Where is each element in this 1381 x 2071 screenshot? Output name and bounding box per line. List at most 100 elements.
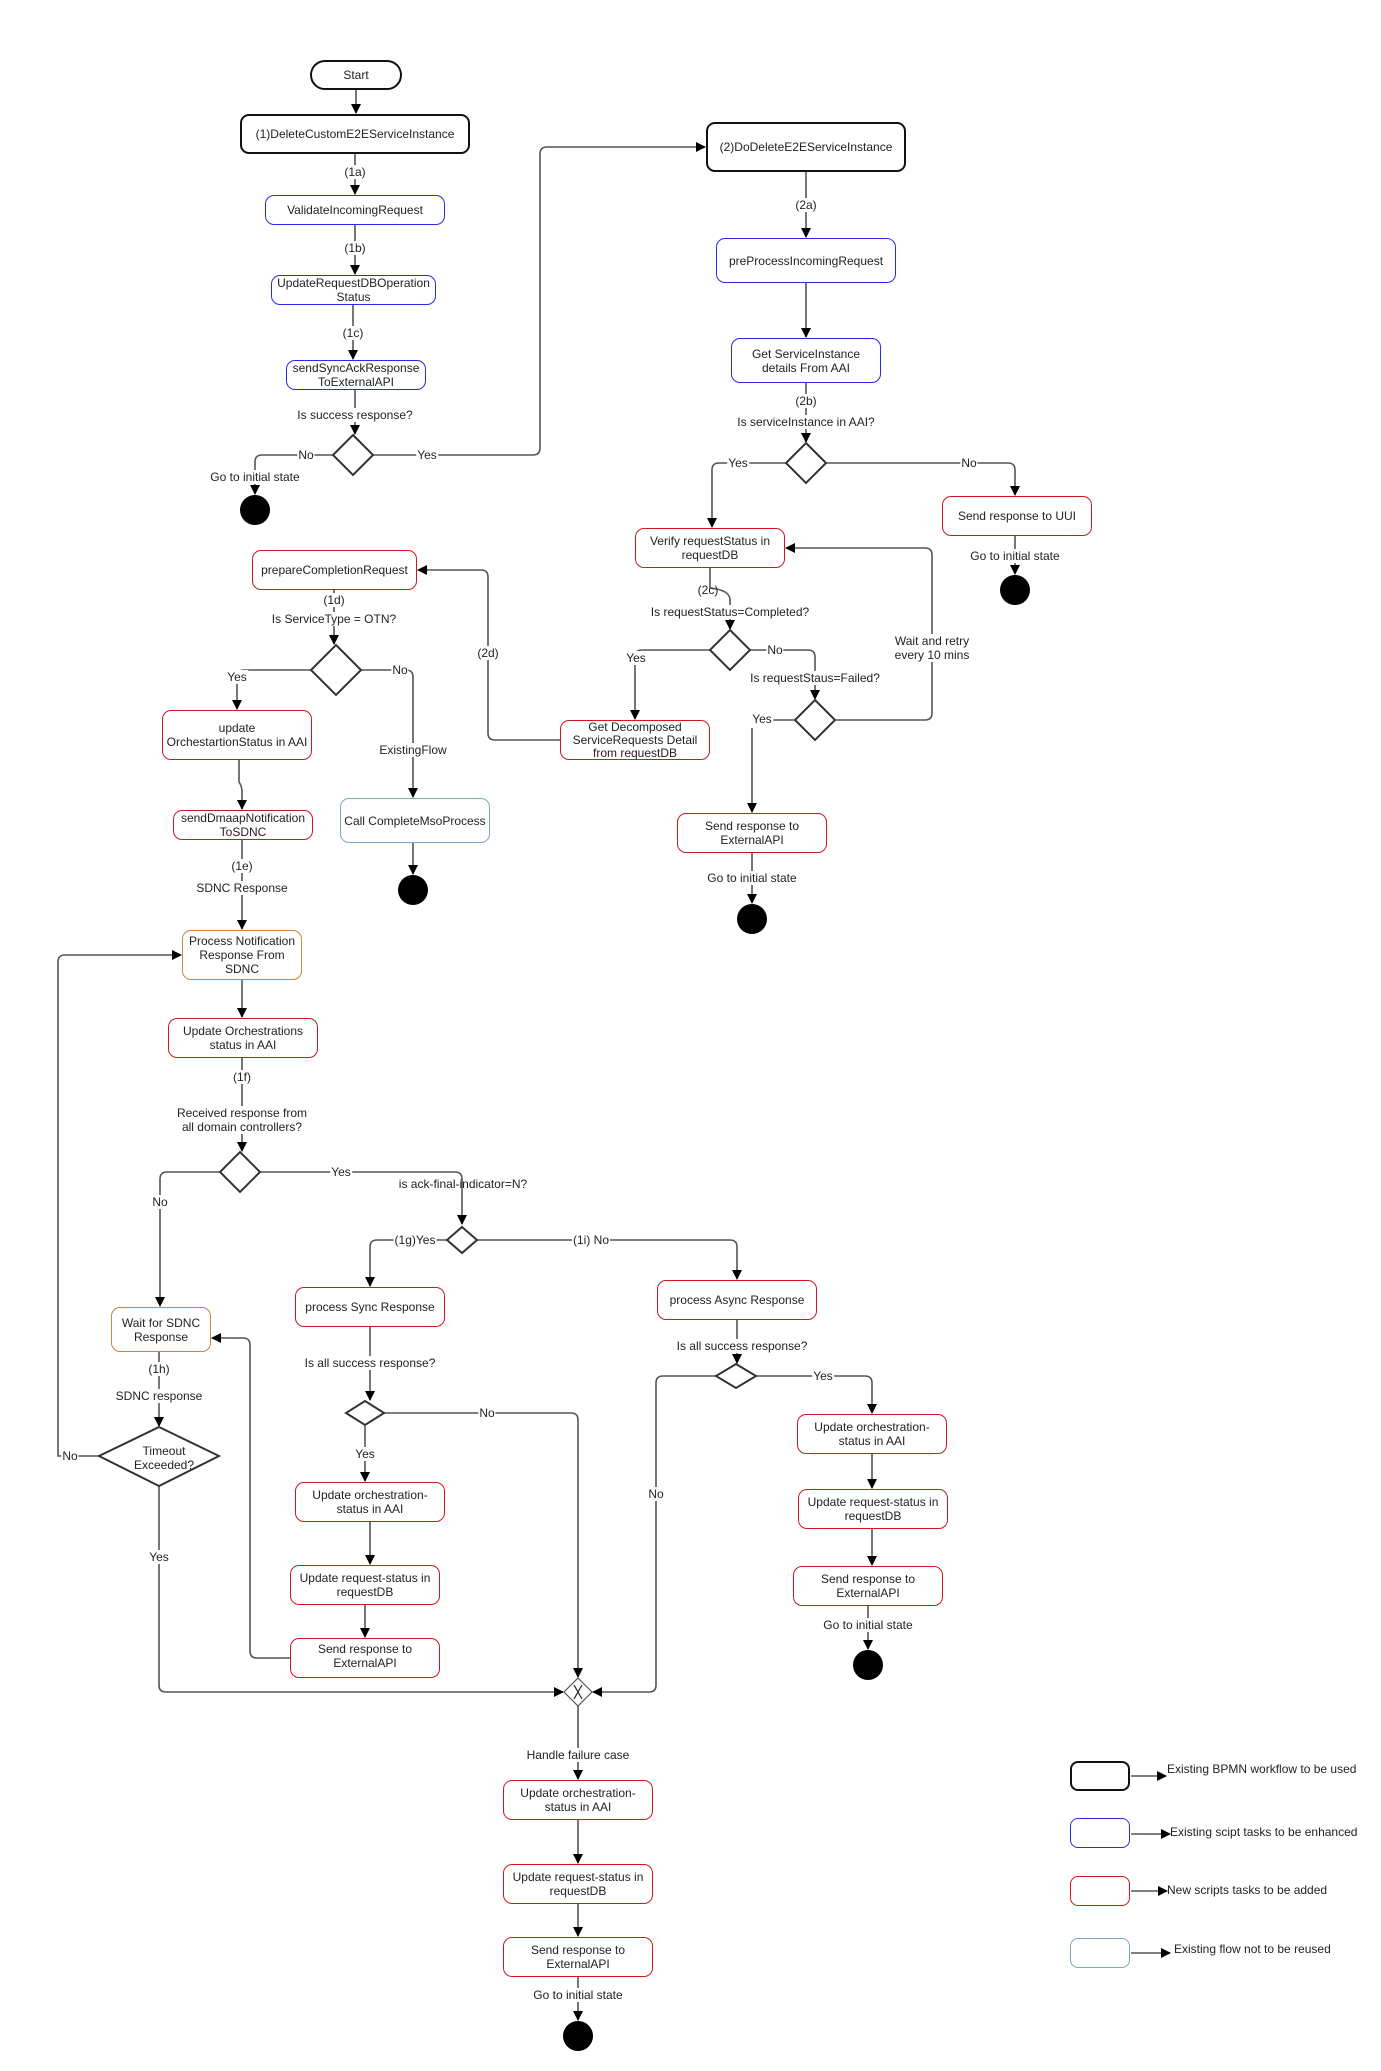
end-event [853, 1650, 883, 1680]
decision-async-success [714, 1362, 758, 1390]
async-update-orchestration-status[interactable]: Update orchestration-status in AAI [797, 1414, 947, 1454]
process-notification-response[interactable]: Process Notification Response From SDNC [182, 930, 302, 980]
legend-label: Existing scipt tasks to be enhanced [1170, 1825, 1358, 1839]
existing-flow-label: ExistingFlow [378, 743, 448, 757]
box-label: (2)DoDeleteE2EServiceInstance [719, 140, 893, 154]
box-label: prepareCompletionRequest [261, 563, 408, 577]
branch-no-label: No [960, 456, 978, 470]
edge-update-dmaap [237, 760, 247, 810]
decision-ack-final [445, 1225, 479, 1255]
get-service-instance-from-aai[interactable]: Get ServiceInstance details From AAI [731, 338, 881, 383]
edge-all-no [155, 1171, 220, 1307]
box-label: Call CompleteMsoProcess [344, 813, 486, 828]
question-success-response: Is success response? [296, 408, 414, 422]
box-label: Send response to ExternalAPI [317, 1642, 413, 1670]
decision-sync-success [344, 1399, 386, 1427]
step-2a-label: (2a) [794, 198, 818, 212]
branch-yes-label: Yes [330, 1165, 352, 1179]
call-complete-mso-process[interactable]: Call CompleteMsoProcess [340, 798, 490, 843]
branch-1g-yes-label: (1g)Yes [393, 1233, 437, 1247]
branch-no-label: No [766, 643, 784, 657]
legend-swatch-existing-script [1070, 1818, 1130, 1848]
branch-no-label: No [151, 1195, 169, 1209]
go-initial-state-label: Go to initial state [706, 871, 798, 885]
branch-yes-label: Yes [812, 1369, 834, 1383]
pre-process-incoming-request[interactable]: preProcessIncomingRequest [716, 238, 896, 283]
failure-send-response[interactable]: Send response to ExternalAPI [503, 1937, 653, 1977]
legend-swatch-bpmn [1070, 1761, 1130, 1791]
step-1a-label: (1a) [343, 165, 367, 179]
step-1h-label: (1h) [147, 1362, 171, 1376]
edge-si-yes [707, 462, 786, 528]
update-orchestrations-status-aai[interactable]: Update Orchestrations status in AAI [168, 1018, 318, 1058]
step-1f-label: (1f) [232, 1070, 252, 1084]
box-label: Send response to ExternalAPI [820, 1572, 916, 1600]
question-all-success-async: Is all success response? [675, 1339, 809, 1353]
delete-custom-e2e-service-instance[interactable]: (1)DeleteCustomE2EServiceInstance [240, 114, 470, 154]
box-label: update OrchestartionStatus in AAI [166, 721, 308, 749]
step-1c-label: (1c) [341, 326, 365, 340]
box-label: Send response to UUI [957, 509, 1077, 523]
get-decomposed-service-requests[interactable]: Get Decomposed ServiceRequests Detail fr… [560, 720, 710, 760]
sync-update-orchestration-status[interactable]: Update orchestration-status in AAI [295, 1482, 445, 1522]
failure-update-orchestration-status[interactable]: Update orchestration-status in AAI [503, 1780, 653, 1820]
edge-failed-yes [752, 719, 795, 812]
go-initial-state-label: Go to initial state [822, 1618, 914, 1632]
legend-swatch-new-script [1070, 1876, 1130, 1906]
branch-yes-label: Yes [354, 1447, 376, 1461]
go-initial-state-label: Go to initial state [532, 1988, 624, 2002]
legend-label: Existing BPMN workflow to be used [1167, 1762, 1357, 1776]
send-response-to-uui[interactable]: Send response to UUI [942, 496, 1092, 536]
send-sync-ack-response[interactable]: sendSyncAckResponse ToExternalAPI [286, 360, 426, 390]
step-1e-label: (1e) [230, 859, 254, 873]
edge-sync-send-wait [211, 1333, 290, 1659]
box-label: Send response to ExternalAPI [530, 1943, 626, 1971]
question-status-completed: Is requestStatus=Completed? [649, 605, 811, 619]
step-1b-label: (1b) [343, 241, 367, 255]
box-label: sendDmaapNotification ToSDNC [180, 811, 306, 839]
start-node[interactable]: Start [310, 60, 402, 90]
send-dmaap-notification[interactable]: sendDmaapNotification ToSDNC [173, 810, 313, 840]
decision-si-in-aai [784, 441, 828, 485]
branch-no-label: No [297, 448, 315, 462]
box-label: UpdateRequestDBOperation Status [277, 276, 430, 304]
verify-request-status[interactable]: Verify requestStatus in requestDB [635, 528, 785, 568]
branch-yes-label: Yes [625, 651, 647, 665]
async-update-request-status[interactable]: Update request-status in requestDB [798, 1489, 948, 1529]
box-label: Send response to ExternalAPI [704, 819, 800, 847]
prepare-completion-request[interactable]: prepareCompletionRequest [252, 550, 417, 590]
handle-failure-case-label: Handle failure case [525, 1748, 631, 1762]
end-event [398, 875, 428, 905]
edge-verify-diamond3 [709, 568, 735, 630]
failure-update-request-status[interactable]: Update request-status in requestDB [503, 1864, 653, 1904]
step-2d-label: (2d) [476, 646, 500, 660]
legend-swatch-not-reused [1070, 1938, 1130, 1968]
wait-retry-label: Wait and retry every 10 mins [892, 634, 972, 662]
wait-for-sdnc-response[interactable]: Wait for SDNC Response [111, 1307, 211, 1352]
question-si-in-aai: Is serviceInstance in AAI? [736, 415, 876, 429]
decision-success [331, 433, 375, 477]
process-async-response[interactable]: process Async Response [657, 1280, 817, 1320]
step-2b-label: (2b) [794, 394, 818, 408]
branch-yes-label: Yes [148, 1550, 170, 1564]
async-send-response[interactable]: Send response to ExternalAPI [793, 1566, 943, 1606]
sdnc-response-label: SDNC response [114, 1389, 204, 1403]
box-label: process Sync Response [305, 1300, 435, 1314]
sync-update-request-status[interactable]: Update request-status in requestDB [290, 1565, 440, 1605]
process-sync-response[interactable]: process Sync Response [295, 1287, 445, 1327]
do-delete-e2e-service-instance[interactable]: (2)DoDeleteE2EServiceInstance [706, 122, 906, 172]
branch-no-label: No [61, 1449, 79, 1463]
step-2c-label: (2c) [697, 583, 719, 597]
send-response-to-external-api[interactable]: Send response to ExternalAPI [677, 813, 827, 853]
box-label: Wait for SDNC Response [121, 1315, 201, 1344]
update-request-db-operation-status[interactable]: UpdateRequestDBOperation Status [271, 275, 436, 305]
sdnc-response-label: SDNC Response [195, 881, 289, 895]
update-orchestration-status-aai[interactable]: update OrchestartionStatus in AAI [162, 710, 312, 760]
decision-all-domains [218, 1150, 262, 1194]
sync-send-response[interactable]: Send response to ExternalAPI [290, 1638, 440, 1678]
branch-yes-label: Yes [751, 712, 773, 726]
box-label: Update orchestration-status in AAI [312, 1488, 428, 1516]
validate-incoming-request[interactable]: ValidateIncomingRequest [265, 195, 445, 225]
go-initial-state-label: Go to initial state [209, 470, 301, 484]
box-label: Update orchestration-status in AAI [520, 1786, 636, 1814]
